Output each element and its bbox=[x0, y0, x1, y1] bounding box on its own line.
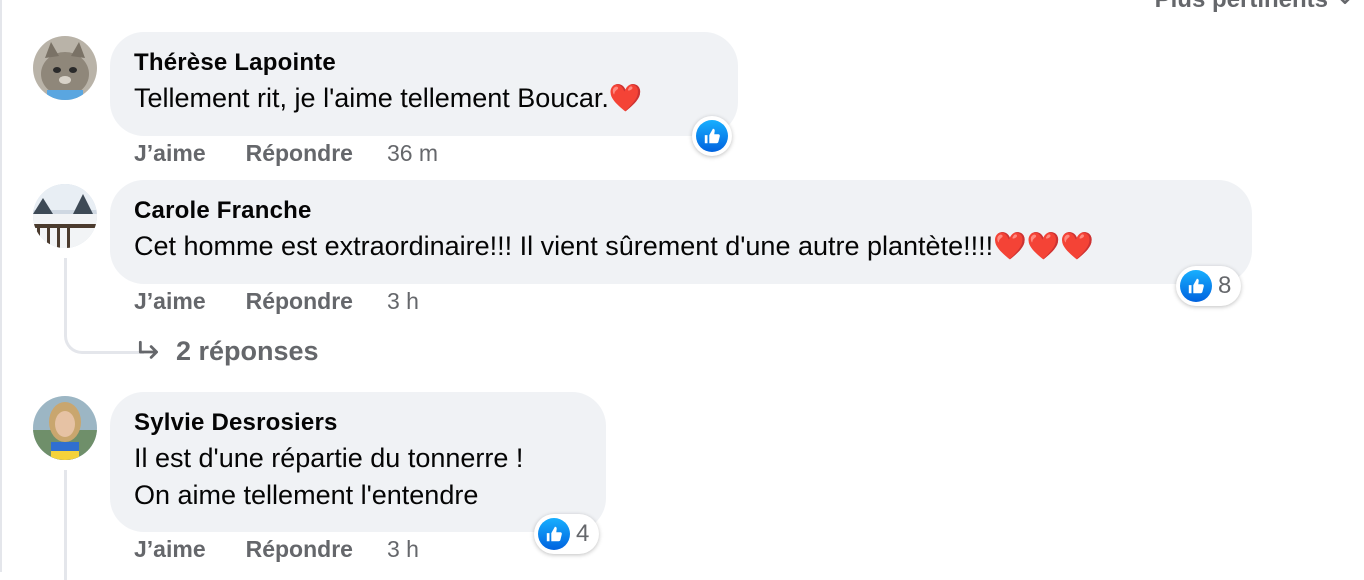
reaction-badge[interactable]: 4 bbox=[534, 514, 600, 554]
comment-author[interactable]: Sylvie Desrosiers bbox=[134, 406, 582, 440]
left-border bbox=[0, 0, 2, 572]
heart-emoji: ❤️❤️❤️ bbox=[993, 231, 1094, 261]
comment-actions: J’aime Répondre 3 h bbox=[134, 536, 419, 563]
avatar[interactable] bbox=[33, 396, 97, 460]
comment-text-content: Cet homme est extraordinaire!!! Il vient… bbox=[134, 231, 994, 261]
heart-emoji: ❤️ bbox=[608, 83, 643, 113]
comment-bubble: Thérèse Lapointe Tellement rit, je l'aim… bbox=[110, 32, 738, 136]
reply-arrow-icon bbox=[138, 340, 158, 359]
comment-text: Tellement rit, je l'aime tellement Bouca… bbox=[134, 80, 714, 117]
comment-timestamp[interactable]: 3 h bbox=[387, 288, 419, 315]
like-action[interactable]: J’aime bbox=[134, 140, 206, 167]
comment-bubble: Sylvie Desrosiers Il est d'une répartie … bbox=[110, 392, 606, 532]
comment-actions: J’aime Répondre 36 m bbox=[134, 140, 438, 167]
replies-label: 2 réponses bbox=[176, 336, 319, 366]
reaction-badge[interactable]: 8 bbox=[1176, 266, 1242, 306]
like-action[interactable]: J’aime bbox=[134, 536, 206, 563]
reaction-count: 4 bbox=[576, 520, 590, 547]
avatar[interactable] bbox=[33, 36, 97, 100]
comment-author[interactable]: Carole Franche bbox=[134, 194, 1228, 228]
reply-action[interactable]: Répondre bbox=[246, 536, 353, 563]
avatar-woman-image bbox=[33, 396, 97, 460]
comment-text-content: Tellement rit, je l'aime tellement Bouca… bbox=[134, 83, 609, 113]
comment-text-line-1: Il est d'une répartie du tonnerre ! bbox=[134, 443, 524, 473]
avatar-cat-image bbox=[33, 36, 97, 100]
like-icon bbox=[1180, 270, 1212, 302]
sort-label: Plus pertinents bbox=[1155, 0, 1328, 14]
like-icon bbox=[538, 518, 570, 550]
comment-text-line-2: On aime tellement l'entendre bbox=[134, 480, 479, 510]
avatar[interactable] bbox=[33, 184, 97, 248]
comment-text: Cet homme est extraordinaire!!! Il vient… bbox=[134, 228, 1228, 265]
view-replies-link[interactable]: 2 réponses bbox=[136, 336, 319, 367]
comment-timestamp[interactable]: 36 m bbox=[387, 140, 438, 167]
comment-actions: J’aime Répondre 3 h bbox=[134, 288, 419, 315]
reaction-badge[interactable] bbox=[692, 116, 732, 156]
reply-action[interactable]: Répondre bbox=[246, 288, 353, 315]
reaction-count: 8 bbox=[1218, 272, 1232, 299]
like-icon bbox=[696, 120, 728, 152]
comment-timestamp[interactable]: 3 h bbox=[387, 536, 419, 563]
chevron-down-icon bbox=[1340, 0, 1350, 5]
reply-action[interactable]: Répondre bbox=[246, 140, 353, 167]
like-action[interactable]: J’aime bbox=[134, 288, 206, 315]
comment-bubble: Carole Franche Cet homme est extraordina… bbox=[110, 180, 1252, 284]
sort-dropdown[interactable]: Plus pertinents bbox=[1155, 0, 1354, 14]
avatar-winter-image bbox=[33, 184, 97, 248]
thread-line bbox=[64, 470, 67, 580]
comment-author[interactable]: Thérèse Lapointe bbox=[134, 46, 714, 80]
